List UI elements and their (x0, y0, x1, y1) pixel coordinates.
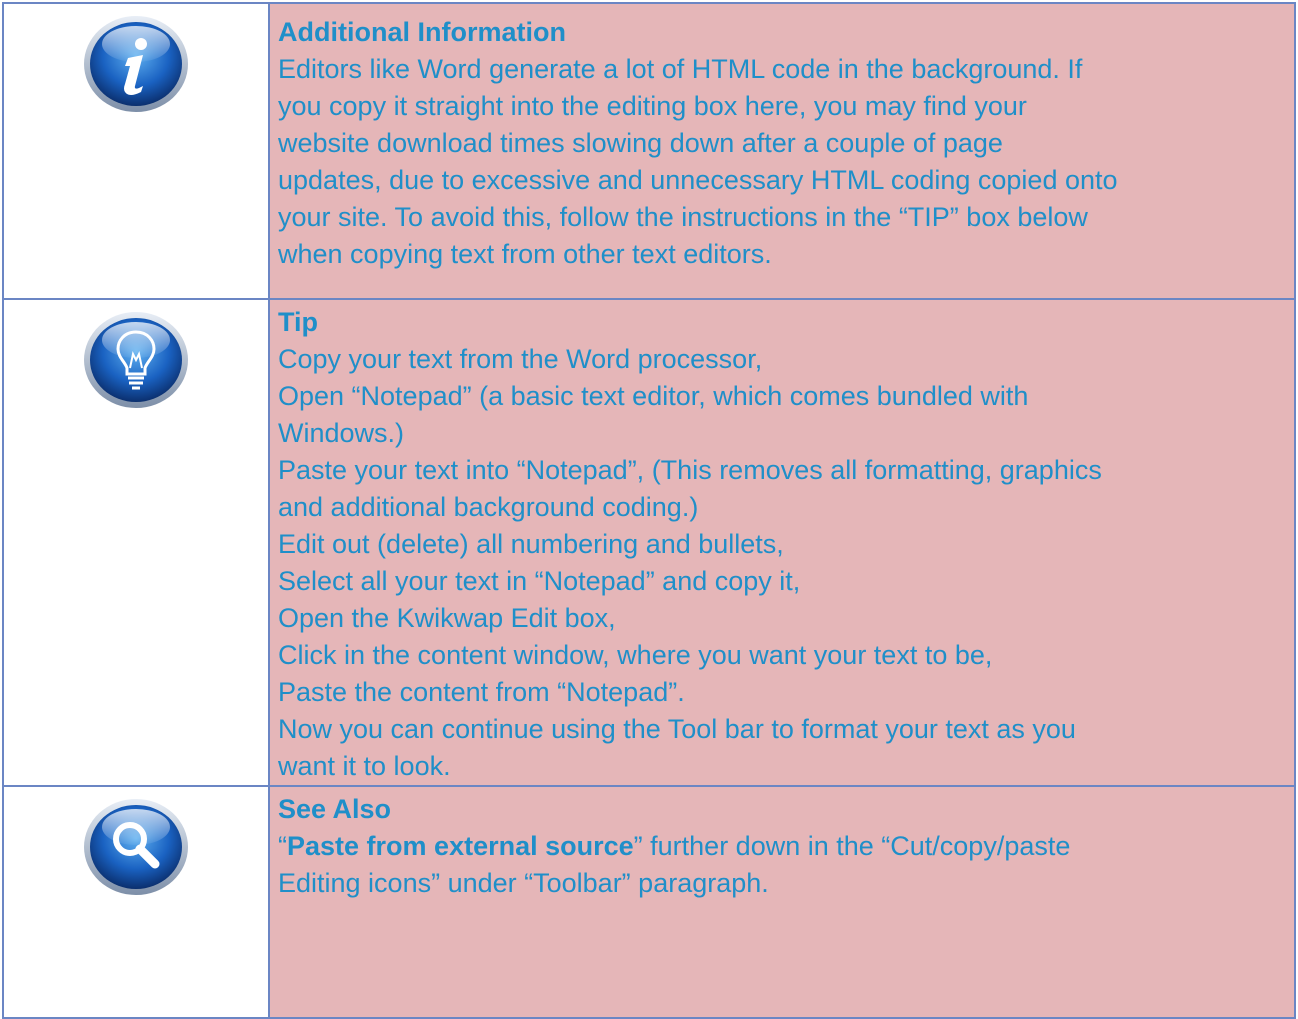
tip-cell: Tip Copy your text from the Word process… (268, 298, 1296, 787)
text-line: “Paste from external source” further dow… (278, 828, 1284, 865)
table-row: Additional Information Editors like Word… (2, 2, 1296, 300)
text-fragment: ” further down in the “Cut/copy/paste (633, 831, 1071, 861)
text-line: updates, due to excessive and unnecessar… (278, 165, 1118, 195)
text-line: Editing icons” under “Toolbar” paragraph… (278, 868, 769, 898)
text-line: and additional background coding.) (278, 492, 699, 522)
text-line: you copy it straight into the editing bo… (278, 91, 1027, 121)
text-line: Click in the content window, where you w… (278, 640, 993, 670)
text-line: Paste the content from “Notepad”. (278, 677, 685, 707)
text-line: Windows.) (278, 418, 405, 448)
additional-info-cell: Additional Information Editors like Word… (268, 2, 1296, 300)
info-table: Additional Information Editors like Word… (2, 2, 1296, 1019)
text-line: Select all your text in “Notepad” and co… (278, 566, 801, 596)
lightbulb-icon (84, 312, 188, 408)
text-line: Editors like Word generate a lot of HTML… (278, 54, 1083, 84)
info-icon (84, 16, 188, 112)
tip-heading: Tip (278, 307, 318, 337)
text-line: Open the Kwikwap Edit box, (278, 603, 616, 633)
see-also-cell: See Also “Paste from external source” fu… (268, 785, 1296, 1019)
icon-cell (2, 2, 270, 300)
text-line: website download times slowing down afte… (278, 128, 1003, 158)
text-line: Edit out (delete) all numbering and bull… (278, 529, 784, 559)
text-line: want it to look. (278, 751, 451, 781)
text-line: Copy your text from the Word processor, (278, 344, 763, 374)
table-row: See Also “Paste from external source” fu… (2, 785, 1296, 1019)
see-also-heading: See Also (278, 794, 392, 824)
icon-cell (2, 785, 270, 1019)
text-line: Paste your text into “Notepad”, (This re… (278, 455, 1102, 485)
text-line: Now you can continue using the Tool bar … (278, 714, 1076, 744)
table-row: Tip Copy your text from the Word process… (2, 298, 1296, 787)
icon-cell (2, 298, 270, 787)
open-quote: “ (278, 831, 287, 861)
text-line: your site. To avoid this, follow the ins… (278, 202, 1088, 232)
paste-external-source-link: Paste from external source (287, 831, 634, 861)
magnifier-icon (84, 799, 188, 895)
additional-info-heading: Additional Information (278, 17, 566, 47)
text-line: when copying text from other text editor… (278, 239, 772, 269)
text-line: Open “Notepad” (a basic text editor, whi… (278, 381, 1029, 411)
